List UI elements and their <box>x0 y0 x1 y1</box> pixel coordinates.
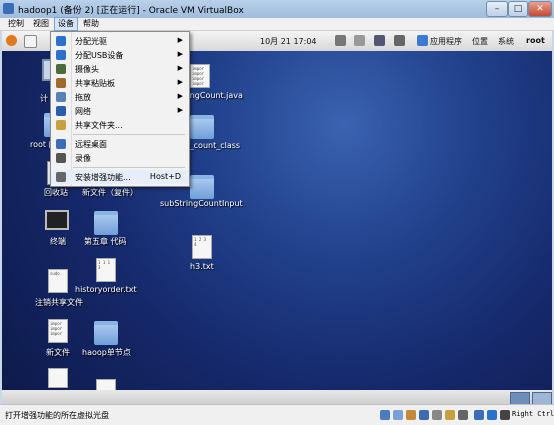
desktop-icon-label: 注销共享文件 <box>35 298 83 307</box>
menu-item-drag-drop[interactable]: 拖放 ▶ <box>51 90 189 104</box>
display-icon[interactable] <box>394 35 405 46</box>
desktop-icon-label: subStringCountInput <box>160 199 243 208</box>
notification-icon[interactable] <box>374 35 385 46</box>
menu-item-network[interactable]: 网络 ▶ <box>51 104 189 118</box>
desktop-icon-label: 第五章 代码 <box>84 237 127 246</box>
text-file-icon[interactable]: impor impor impor <box>48 319 68 343</box>
clipboard-icon <box>56 78 66 88</box>
network-adapter-icon[interactable] <box>419 410 429 420</box>
menu-item-shared-folders[interactable]: 共享文件夹... <box>51 118 189 132</box>
desktop-icon-label: h3.txt <box>190 262 214 271</box>
desktop-icon-label: 回收站 <box>44 188 68 197</box>
webcam-icon <box>56 64 66 74</box>
host-key-label: Right Ctrl <box>512 410 554 418</box>
display-status-icon[interactable] <box>458 410 468 420</box>
folder-icon[interactable] <box>190 175 214 199</box>
menu-item-webcam[interactable]: 摄像头 ▶ <box>51 62 189 76</box>
submenu-arrow-icon: ▶ <box>177 64 183 72</box>
firefox-icon[interactable] <box>6 35 17 46</box>
desktop-icon-label: 新文件（复件） <box>82 188 138 197</box>
guest-additions-icon <box>56 172 66 182</box>
applications-menu[interactable]: 应用程序 <box>430 36 462 47</box>
desktop-icon-label: historyorder.txt <box>75 285 137 294</box>
virtualbox-app-icon <box>3 3 14 14</box>
hard-disk-icon[interactable] <box>380 410 390 420</box>
text-file-icon[interactable]: 1 2 3 4 <box>192 235 212 259</box>
status-bar: 打开增强功能的所在虚拟光盘 Right Ctrl <box>0 404 554 425</box>
menu-item-optical-drives[interactable]: 分配光驱 ▶ <box>51 34 189 48</box>
system-menu[interactable]: 系统 <box>498 36 514 47</box>
window-title: hadoop1 (备份 2) [正在运行] - Oracle VM Virtua… <box>18 6 244 16</box>
text-file-icon[interactable] <box>48 368 68 388</box>
user-name[interactable]: root <box>526 36 545 45</box>
folder-icon[interactable] <box>94 321 118 345</box>
folder-icon[interactable] <box>94 211 118 235</box>
shortcut-label: Host+D <box>149 172 181 181</box>
text-file-icon[interactable]: 1 1 1 3 <box>96 258 116 282</box>
submenu-arrow-icon: ▶ <box>177 50 183 58</box>
mouse-integration-icon[interactable] <box>500 410 510 420</box>
minimize-icon: – <box>494 4 500 14</box>
submenu-arrow-icon: ▶ <box>177 106 183 114</box>
desktop-icon-label: 终端 <box>50 237 66 246</box>
desktop-icon-label: 计 <box>40 94 48 103</box>
menu-bar: 控制 视图 设备 帮助 <box>0 17 554 31</box>
places-menu[interactable]: 位置 <box>472 36 488 47</box>
close-icon: ✕ <box>536 4 544 14</box>
menu-item-shared-clipboard[interactable]: 共享粘贴板 ▶ <box>51 76 189 90</box>
desktop-icon-label: haoop单节点 <box>82 348 131 357</box>
menu-separator <box>73 134 185 135</box>
menu-item-install-guest-additions[interactable]: 安装增强功能... Host+D <box>51 170 189 184</box>
help-icon[interactable] <box>24 35 37 48</box>
apps-menu-icon <box>417 35 428 46</box>
desktop-icon-label: 新文件 <box>46 348 70 357</box>
usb-status-icon[interactable] <box>432 410 442 420</box>
volume-icon[interactable] <box>354 35 365 46</box>
text-file-icon[interactable]: impor impor impor impor <box>190 64 210 88</box>
menu-item-usb[interactable]: 分配USB设备 ▶ <box>51 48 189 62</box>
cpu-status-icon[interactable] <box>487 410 497 420</box>
remote-desktop-icon <box>56 139 66 149</box>
menu-separator <box>73 167 185 168</box>
submenu-arrow-icon: ▶ <box>177 78 183 86</box>
minimize-button[interactable]: – <box>486 1 508 17</box>
menu-item-remote-desktop[interactable]: 远程桌面 <box>51 137 189 151</box>
menu-view[interactable]: 视图 <box>30 18 52 30</box>
window-title-bar[interactable]: hadoop1 (备份 2) [正在运行] - Oracle VM Virtua… <box>0 0 554 19</box>
menu-item-video-capture[interactable]: 录像 <box>51 151 189 165</box>
devices-menu: 分配光驱 ▶ 分配USB设备 ▶ 摄像头 ▶ 共享粘贴板 ▶ 拖放 ▶ 网络 ▶… <box>50 31 190 187</box>
clock[interactable]: 10月 21 17:04 <box>260 36 317 47</box>
capture-status-icon[interactable] <box>474 410 484 420</box>
network-status-icon[interactable] <box>335 35 346 46</box>
video-capture-icon <box>56 153 66 163</box>
network-icon <box>56 106 66 116</box>
maximize-icon: □ <box>513 4 523 14</box>
text-file-icon[interactable]: sudo <box>48 269 68 293</box>
terminal-icon[interactable] <box>45 210 69 230</box>
menu-control[interactable]: 控制 <box>5 18 27 30</box>
shared-folder-icon <box>56 120 66 130</box>
folder-icon[interactable] <box>190 115 214 139</box>
maximize-button[interactable]: □ <box>508 1 528 17</box>
audio-icon[interactable] <box>406 410 416 420</box>
menu-devices[interactable]: 设备 <box>54 17 78 31</box>
menu-help[interactable]: 帮助 <box>80 18 102 30</box>
optical-drive-status-icon[interactable] <box>393 410 403 420</box>
submenu-arrow-icon: ▶ <box>177 92 183 100</box>
drag-drop-icon <box>56 92 66 102</box>
close-button[interactable]: ✕ <box>528 1 552 17</box>
guest-bottom-panel <box>2 390 552 405</box>
usb-icon <box>56 50 66 60</box>
status-text: 打开增强功能的所在虚拟光盘 <box>5 411 109 420</box>
optical-drive-icon <box>56 36 66 46</box>
shared-folder-status-icon[interactable] <box>445 410 455 420</box>
submenu-arrow-icon: ▶ <box>177 36 183 44</box>
